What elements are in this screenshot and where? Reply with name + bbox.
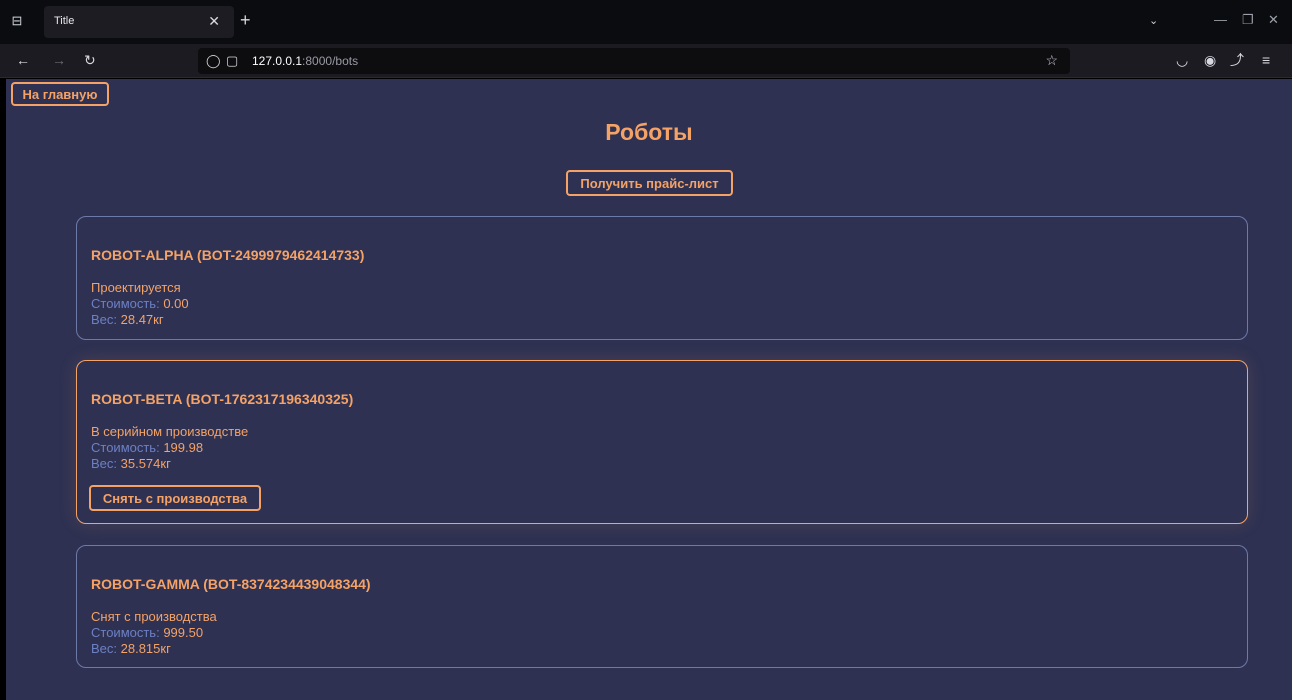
tab-overview-icon[interactable]: ⊟ xyxy=(10,14,24,28)
page-content: На главную Роботы Получить прайс-лист RO… xyxy=(6,79,1292,700)
close-window-icon[interactable]: ✕ xyxy=(1268,12,1279,28)
robot-cost: Стоимость: 999.50 xyxy=(91,625,203,640)
back-icon[interactable]: ← xyxy=(16,52,30,68)
home-button[interactable]: На главную xyxy=(11,82,109,106)
weight-value: 28.815кг xyxy=(120,641,171,656)
robot-card: ROBOT-GAMMA (BOT-8374234439048344) Снят … xyxy=(76,545,1248,668)
discontinue-button[interactable]: Снять с производства xyxy=(89,485,261,511)
weight-label: Вес: xyxy=(91,641,121,656)
cost-label: Стоимость: xyxy=(91,440,164,455)
menu-icon[interactable]: ≡ xyxy=(1262,52,1270,68)
weight-value: 28.47кг xyxy=(120,312,164,327)
get-price-list-button[interactable]: Получить прайс-лист xyxy=(566,170,733,196)
robot-status: Проектируется xyxy=(91,280,181,295)
url-text: 127.0.0.1:8000/bots xyxy=(252,54,358,68)
tab-title: Title xyxy=(54,15,75,27)
page-title: Роботы xyxy=(605,119,693,145)
url-host: 127.0.0.1 xyxy=(252,54,303,68)
page-icon: ▢ xyxy=(226,53,239,68)
shield-icon[interactable]: ◯ xyxy=(206,53,221,69)
robot-name: ROBOT-ALPHA (BOT-2499979462414733) xyxy=(91,247,365,263)
address-bar[interactable]: ◯ ▢ 127.0.0.1:8000/bots ☆ xyxy=(198,48,1070,74)
new-tab-icon[interactable]: + xyxy=(240,10,251,31)
reload-icon[interactable]: ↻ xyxy=(84,52,96,68)
cost-value: 199.98 xyxy=(163,440,204,455)
robot-weight: Вес: 35.574кг xyxy=(91,456,171,471)
close-tab-icon[interactable]: ✕ xyxy=(208,13,220,30)
cost-label: Стоимость: xyxy=(91,296,164,311)
url-path: :8000/bots xyxy=(302,54,359,68)
cost-label: Стоимость: xyxy=(91,625,164,640)
browser-nav-bar: ← → ↻ ◯ ▢ 127.0.0.1:8000/bots ☆ ◡ ◉ ⤴ ≡ xyxy=(0,44,1292,78)
robot-weight: Вес: 28.47кг xyxy=(91,312,164,327)
browser-tab[interactable]: Title ✕ xyxy=(44,6,234,38)
robot-name: ROBOT-GAMMA (BOT-8374234439048344) xyxy=(91,576,371,592)
forward-icon[interactable]: → xyxy=(52,52,66,68)
robot-status: В серийном производстве xyxy=(91,424,249,439)
robot-status: Снят с производства xyxy=(91,609,217,624)
weight-value: 35.574кг xyxy=(120,456,171,471)
robot-cost: Стоимость: 0.00 xyxy=(91,296,189,311)
robot-card: ROBOT-BETA (BOT-1762317196340325) В сери… xyxy=(76,360,1248,524)
restore-icon[interactable]: ❐ xyxy=(1242,12,1254,28)
robot-card: ROBOT-ALPHA (BOT-2499979462414733) Проек… xyxy=(76,216,1248,340)
browser-tab-bar: ⊟ Title ✕ + ⌄ — ❐ ✕ xyxy=(0,0,1292,44)
cost-value: 0.00 xyxy=(163,296,189,311)
cost-value: 999.50 xyxy=(163,625,204,640)
robot-name: ROBOT-BETA (BOT-1762317196340325) xyxy=(91,391,354,407)
weight-label: Вес: xyxy=(91,312,121,327)
minimize-icon[interactable]: — xyxy=(1214,12,1227,27)
pocket-icon[interactable]: ◡ xyxy=(1176,52,1188,68)
chevron-down-icon[interactable]: ⌄ xyxy=(1149,14,1158,27)
account-icon[interactable]: ◉ xyxy=(1204,52,1216,68)
robot-weight: Вес: 28.815кг xyxy=(91,641,171,656)
weight-label: Вес: xyxy=(91,456,121,471)
robot-cost: Стоимость: 199.98 xyxy=(91,440,203,455)
extensions-icon[interactable]: ⤴ xyxy=(1230,52,1244,68)
bookmark-star-icon[interactable]: ☆ xyxy=(1045,52,1058,69)
